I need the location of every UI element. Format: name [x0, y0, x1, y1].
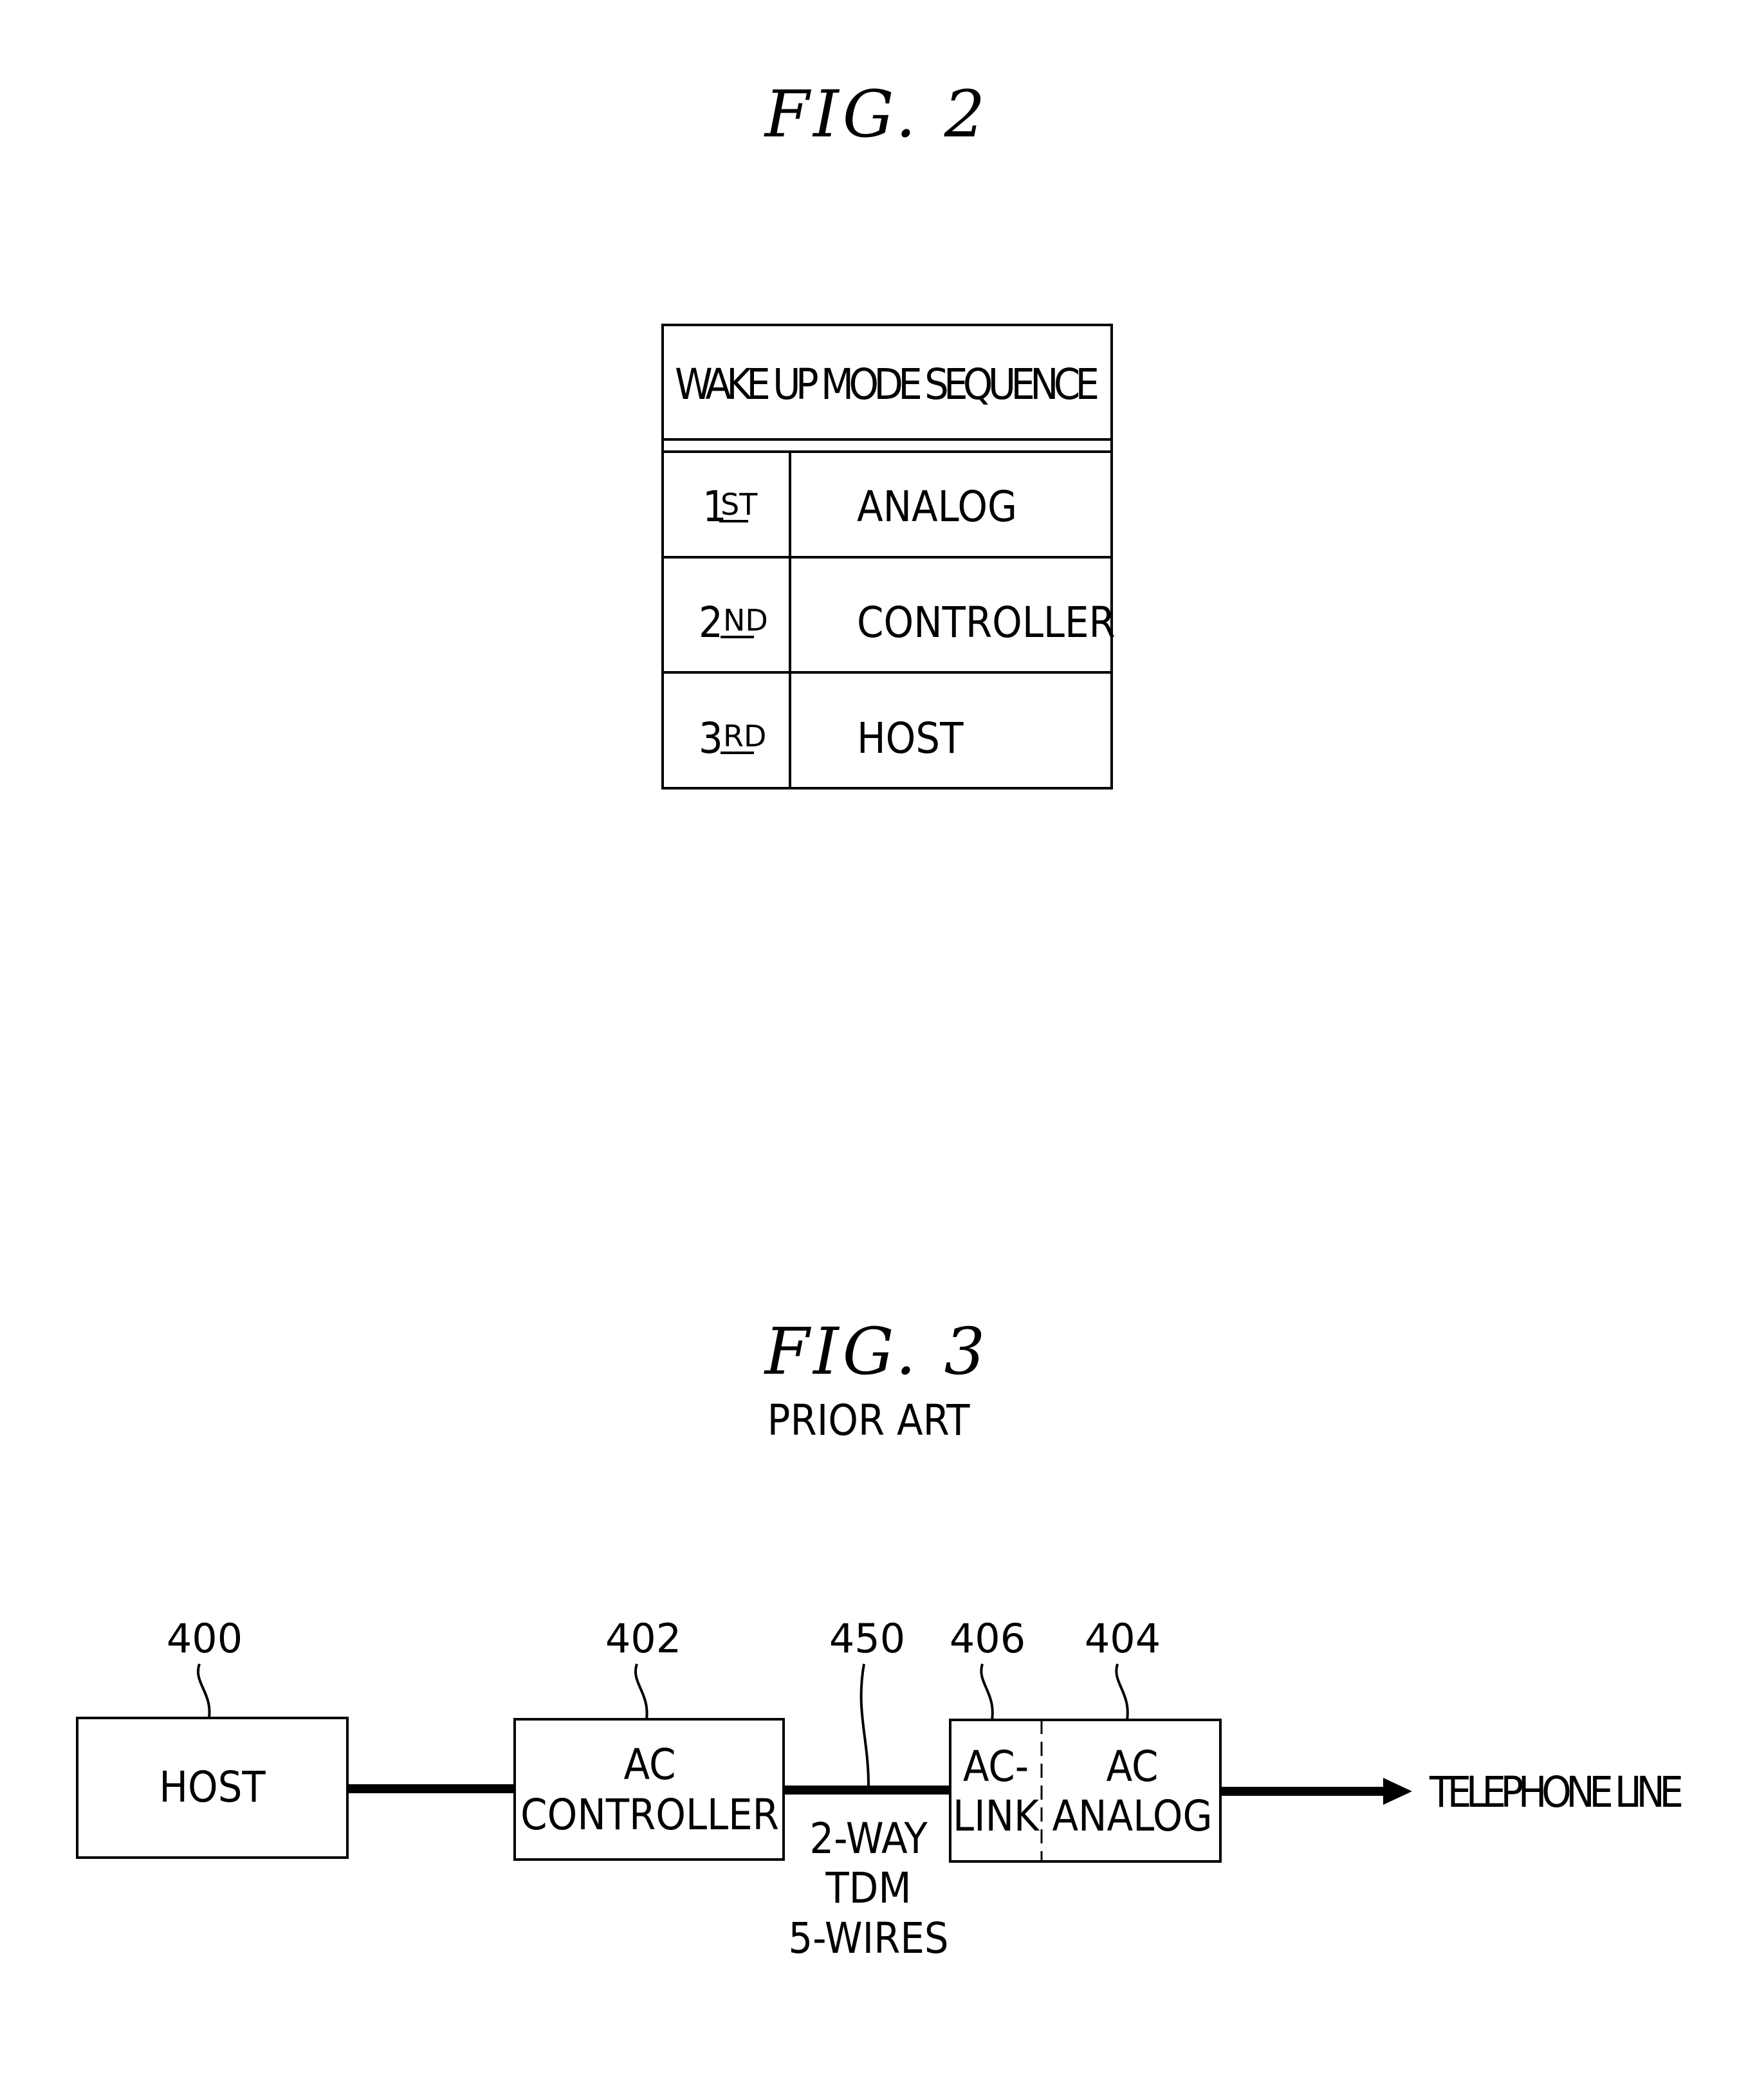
ordinal-suffix: RD: [723, 719, 766, 753]
leader-line: [1115, 1663, 1129, 1721]
aclink-label-line2: LINK: [953, 1791, 1040, 1841]
ac-controller-block: AC CONTROLLER 402: [513, 1615, 785, 1861]
bus-label-line3: 5-WIRES: [788, 1914, 948, 1963]
analog-label-line2: ANALOG: [1052, 1791, 1212, 1841]
arrowhead-icon: [1383, 1778, 1412, 1805]
patent-drawing-sheet: FIG. 2 WAKE UP MODE SEQUENCE 1 ST ANALOG…: [76, 77, 1684, 1963]
table-header: WAKE UP MODE SEQUENCE: [675, 360, 1099, 409]
ref-404: 404: [1085, 1615, 1161, 1662]
fig2-title: FIG. 2: [764, 77, 989, 152]
row-value: HOST: [857, 714, 964, 763]
ordinal-number: 3: [699, 714, 723, 763]
host-label: HOST: [159, 1762, 266, 1812]
telephone-line-label: TELEPHONE LINE: [1429, 1768, 1684, 1817]
ref-406: 406: [950, 1615, 1025, 1662]
fig2: FIG. 2 WAKE UP MODE SEQUENCE 1 ST ANALOG…: [661, 77, 1116, 789]
leader-line: [634, 1663, 648, 1720]
wake-up-mode-table: WAKE UP MODE SEQUENCE 1 ST ANALOG 2 ND C…: [661, 324, 1116, 789]
row-value: CONTROLLER: [857, 598, 1116, 647]
bus-label-line1: 2-WAY: [809, 1814, 928, 1863]
controller-label-line2: CONTROLLER: [520, 1790, 779, 1840]
fig3-title: FIG. 3: [764, 1314, 989, 1389]
row-value: ANALOG: [857, 482, 1017, 531]
fig3-subtitle: PRIOR ART: [767, 1396, 970, 1445]
analog-label-line1: AC: [1107, 1742, 1159, 1791]
leader-line: [859, 1663, 870, 1786]
ordinal-suffix: ST: [721, 487, 758, 522]
table-row: 1 ST ANALOG: [703, 482, 1017, 531]
ordinal-number: 2: [699, 598, 723, 647]
leader-line: [197, 1663, 211, 1719]
bus-label-line2: TDM: [825, 1863, 911, 1913]
leader-line: [980, 1663, 994, 1721]
ref-402: 402: [605, 1615, 681, 1662]
controller-label-line1: AC: [624, 1740, 676, 1789]
ordinal-suffix: ND: [723, 603, 768, 638]
fig3: FIG. 3 PRIOR ART HOST 400 AC CONTROLLER …: [76, 1314, 1684, 1963]
ref-400: 400: [167, 1615, 243, 1662]
aclink-label-line1: AC-: [963, 1742, 1029, 1791]
ref-450: 450: [829, 1615, 905, 1662]
host-block: HOST 400: [76, 1615, 349, 1859]
table-row: 2 ND CONTROLLER: [699, 598, 1116, 647]
ac-analog-block: AC- LINK AC ANALOG 406 404: [949, 1615, 1222, 1863]
table-row: 3 RD HOST: [699, 714, 964, 763]
